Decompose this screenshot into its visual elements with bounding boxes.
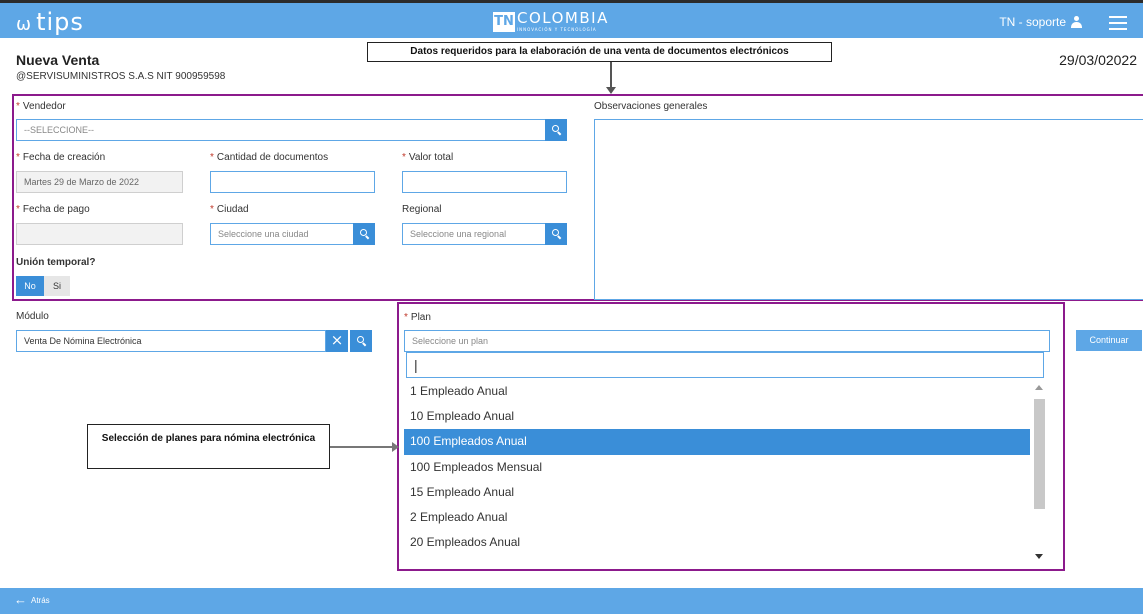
regional-search-button[interactable] [545, 223, 567, 245]
annotation-required-data: Datos requeridos para la elaboración de … [367, 42, 832, 62]
scroll-thumb[interactable] [1034, 399, 1045, 509]
arrow-left-icon: ← [14, 592, 27, 607]
ciudad-search-button[interactable] [353, 223, 375, 245]
regional-input[interactable]: Seleccione una regional [402, 223, 546, 245]
scroll-up-icon[interactable] [1035, 385, 1043, 390]
annotation-plan-selection: Selección de planes para nómina electrón… [87, 424, 330, 469]
page-title: Nueva Venta [16, 52, 100, 68]
ciudad-label: * Ciudad [210, 204, 249, 215]
valor-total-input[interactable] [402, 171, 567, 193]
union-si-option[interactable]: Si [44, 276, 70, 296]
observaciones-label: Observaciones generales [594, 101, 708, 112]
brand-tagline: INNOVACIÓN Y TECNOLOGÍA [517, 27, 597, 32]
fecha-creacion-label: * Fecha de creación [16, 152, 106, 163]
cantidad-label: * Cantidad de documentos [210, 152, 329, 163]
vendedor-search-button[interactable] [545, 119, 567, 141]
user-menu[interactable]: TN - soporte [999, 15, 1083, 29]
tips-logo-icon: ω [16, 14, 33, 35]
plan-option-selected[interactable]: 100 Empleados Anual [404, 429, 1030, 455]
vendedor-label: * Vendedor [16, 101, 66, 112]
page-date: 29/03/02022 [1059, 52, 1137, 68]
union-temporal-toggle: No Si [16, 276, 70, 296]
fecha-pago-input[interactable] [16, 223, 183, 245]
modulo-input[interactable]: Venta De Nómina Electrónica [16, 330, 326, 352]
logo-text: tips [36, 8, 84, 36]
brand: TN COLOMBIA INNOVACIÓN Y TECNOLOGÍA [493, 11, 609, 32]
plan-option[interactable]: 15 Empleado Anual [404, 480, 1030, 505]
fecha-pago-label: * Fecha de pago [16, 204, 90, 215]
plan-option[interactable]: 20 Empleados Anual [404, 530, 1030, 555]
union-temporal-label: Unión temporal? [16, 257, 96, 268]
valor-total-label: * Valor total [402, 152, 454, 163]
scroll-down-icon[interactable] [1035, 554, 1043, 559]
ciudad-input[interactable]: Seleccione una ciudad [210, 223, 354, 245]
fecha-creacion-field: Martes 29 de Marzo de 2022 [16, 171, 183, 193]
search-icon [357, 336, 364, 343]
plan-option[interactable]: 100 Empleados Mensual [404, 455, 1030, 480]
close-icon: × [330, 331, 344, 349]
user-label: TN - soporte [999, 15, 1066, 29]
tips-logo[interactable]: ω tips [16, 8, 84, 36]
cantidad-input[interactable] [210, 171, 375, 193]
back-label: Atrás [31, 595, 50, 605]
vendedor-input[interactable]: --SELECCIONE-- [16, 119, 546, 141]
plan-select[interactable]: Seleccione un plan [404, 330, 1050, 352]
company-subtitle: @SERVISUMINISTROS S.A.S NIT 900959598 [16, 71, 226, 82]
dropdown-scrollbar[interactable] [1032, 383, 1046, 561]
hamburger-icon[interactable] [1109, 16, 1127, 30]
plan-label: * Plan [404, 312, 431, 323]
annotation-arrow-down [606, 62, 616, 94]
brand-name: COLOMBIA [517, 9, 609, 27]
annotation-arrow-right [330, 442, 399, 452]
plan-dropdown-list: 1 Empleado Anual 10 Empleado Anual 100 E… [404, 379, 1046, 565]
plan-option[interactable]: 2 Empleado Anual [404, 505, 1030, 530]
modulo-label: Módulo [16, 311, 49, 322]
back-button[interactable]: ← Atrás [14, 592, 50, 607]
continue-button[interactable]: Continuar [1076, 330, 1142, 351]
user-icon [1070, 16, 1083, 28]
union-no-option[interactable]: No [16, 276, 44, 296]
search-icon [552, 125, 559, 132]
plan-option[interactable]: 10 Empleado Anual [404, 404, 1030, 429]
brand-mark: TN [493, 11, 515, 32]
plan-option[interactable]: 1 Empleado Anual [404, 379, 1030, 404]
observaciones-textarea[interactable] [594, 119, 1143, 300]
footer-bar: ← Atrás [0, 588, 1143, 614]
regional-label: Regional [402, 204, 442, 215]
search-icon [360, 229, 367, 236]
plan-search-input[interactable]: | [406, 352, 1044, 378]
search-icon [552, 229, 559, 236]
modulo-search-button[interactable] [350, 330, 372, 352]
top-bar: ω tips TN COLOMBIA INNOVACIÓN Y TECNOLOGÍ… [0, 0, 1143, 38]
modulo-clear-button[interactable]: × [326, 330, 348, 352]
